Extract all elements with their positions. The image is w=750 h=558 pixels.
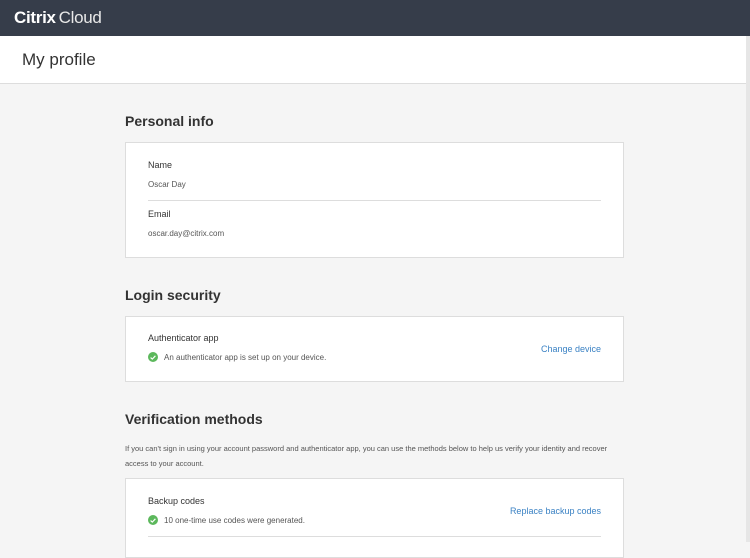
page-scrollbar[interactable] bbox=[746, 36, 750, 542]
backup-codes-card: Backup codes 10 one-time use codes were … bbox=[125, 478, 624, 558]
field-divider bbox=[148, 536, 601, 537]
check-circle-icon bbox=[148, 352, 158, 362]
backup-codes-status: 10 one-time use codes were generated. bbox=[148, 515, 305, 525]
name-value: Oscar Day bbox=[148, 180, 186, 189]
personal-info-heading: Personal info bbox=[125, 113, 214, 129]
change-device-link[interactable]: Change device bbox=[541, 344, 601, 354]
check-circle-icon bbox=[148, 515, 158, 525]
name-label: Name bbox=[148, 160, 173, 170]
field-divider bbox=[148, 200, 601, 201]
email-value: oscar.day@citrix.com bbox=[148, 229, 225, 238]
top-navbar: Citrix Cloud bbox=[0, 0, 750, 36]
login-security-heading: Login security bbox=[125, 287, 221, 303]
replace-backup-codes-link[interactable]: Replace backup codes bbox=[510, 506, 601, 516]
authenticator-app-label: Authenticator app bbox=[148, 333, 219, 343]
page-title: My profile bbox=[22, 49, 96, 69]
personal-info-card: Name Oscar Day Email oscar.day@citrix.co… bbox=[125, 142, 624, 258]
verification-methods-heading: Verification methods bbox=[125, 411, 263, 427]
verification-description: If you can't sign in using your account … bbox=[125, 444, 608, 468]
backup-codes-label: Backup codes bbox=[148, 496, 205, 506]
login-security-card: Authenticator app An authenticator app i… bbox=[125, 316, 624, 382]
email-label: Email bbox=[148, 209, 171, 219]
page-header: My profile bbox=[0, 36, 750, 84]
citrix-cloud-logo[interactable]: Citrix Cloud bbox=[14, 8, 102, 28]
authenticator-status: An authenticator app is set up on your d… bbox=[148, 352, 326, 362]
